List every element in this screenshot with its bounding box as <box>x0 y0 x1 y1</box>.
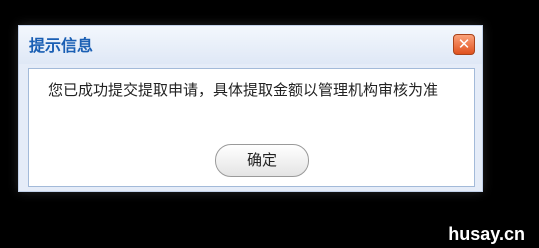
ok-button[interactable]: 确定 <box>215 144 309 177</box>
close-icon: ✕ <box>457 35 471 53</box>
dialog-title: 提示信息 <box>29 36 94 55</box>
prompt-dialog: 提示信息 ✕ 您已成功提交提取申请，具体提取金额以管理机构审核为准 确定 <box>18 25 483 192</box>
close-button[interactable]: ✕ <box>453 34 475 55</box>
watermark: husay.cn <box>448 224 525 244</box>
dialog-message: 您已成功提交提取申请，具体提取金额以管理机构审核为准 <box>48 81 439 99</box>
dialog-titlebar: 提示信息 ✕ <box>19 26 482 64</box>
dialog-content: 您已成功提交提取申请，具体提取金额以管理机构审核为准 确定 <box>28 68 475 187</box>
